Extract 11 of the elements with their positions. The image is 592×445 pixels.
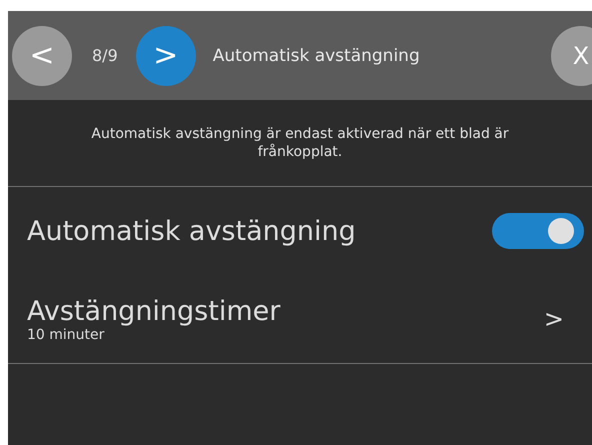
chevron-button[interactable]: > bbox=[544, 305, 564, 333]
close-button[interactable]: X bbox=[551, 26, 592, 86]
setting-label: Automatisk avstängning bbox=[27, 216, 356, 246]
page-counter: 8/9 bbox=[92, 46, 118, 65]
window-title: Automatisk avstängning bbox=[212, 46, 421, 66]
setting-value: 10 minuter bbox=[27, 326, 106, 342]
info-text: Automatisk avstängning är endast aktiverad när ett blad är frånkopplat. bbox=[8, 100, 592, 187]
back-button[interactable]: < bbox=[12, 26, 72, 86]
toggle-switch[interactable] bbox=[492, 213, 584, 249]
setting-label: Avstängningstimer bbox=[27, 296, 280, 326]
next-button[interactable]: > bbox=[136, 26, 196, 86]
